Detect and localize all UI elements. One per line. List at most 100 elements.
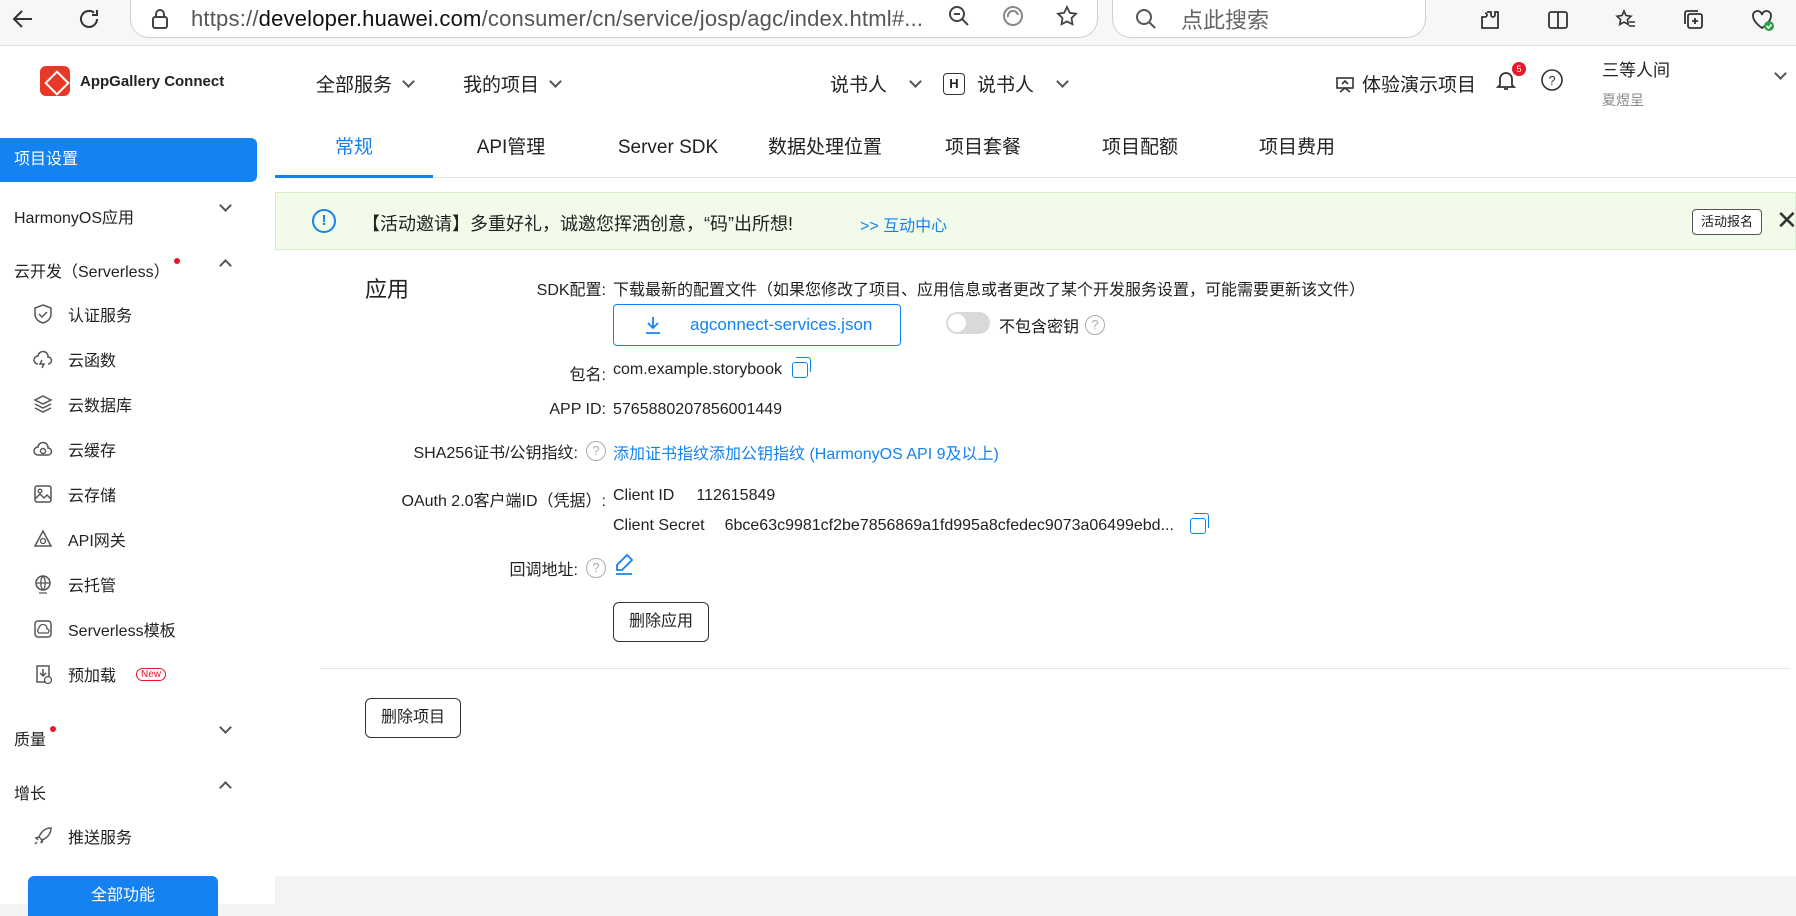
demo-project-link[interactable]: 体验演示项目: [1334, 70, 1476, 97]
interaction-center-link[interactable]: >> 互动中心: [860, 212, 947, 236]
help-icon[interactable]: ?: [586, 441, 606, 461]
tab-data-location[interactable]: 数据处理位置: [746, 126, 904, 178]
sidebar-item-cloud-cache[interactable]: 云缓存: [32, 437, 116, 461]
tab-general[interactable]: 常规: [275, 126, 433, 178]
new-badge: New: [136, 667, 167, 681]
sidebar-group-growth[interactable]: 增长: [14, 780, 234, 804]
divider: [320, 668, 1790, 669]
sidebar-item-auth[interactable]: 认证服务: [32, 302, 132, 326]
chevron-down-icon: [219, 721, 232, 734]
all-functions-button[interactable]: 全部功能: [28, 876, 218, 916]
activity-signup-button[interactable]: 活动报名: [1692, 209, 1763, 235]
tab-project-cost[interactable]: 项目费用: [1218, 126, 1376, 178]
project-selector[interactable]: 说书人: [830, 70, 922, 97]
delete-app-button[interactable]: 删除应用: [613, 602, 709, 642]
address-bar[interactable]: https://developer.huawei.com/consumer/cn…: [130, 0, 1098, 38]
logo-text: AppGallery Connect: [80, 72, 225, 90]
sidebar-item-cloud-storage[interactable]: 云存储: [32, 482, 116, 506]
help-icon[interactable]: ?: [586, 558, 606, 578]
download-config-button[interactable]: agconnect-services.json: [613, 304, 901, 346]
my-projects-menu[interactable]: 我的项目: [463, 70, 562, 97]
help-icon[interactable]: ?: [1540, 68, 1564, 97]
tab-server-sdk[interactable]: Server SDK: [589, 126, 747, 178]
favorites-icon[interactable]: [1592, 0, 1660, 43]
api-gateway-icon: [33, 529, 53, 547]
copy-icon[interactable]: [791, 356, 811, 378]
user-menu[interactable]: 三等人间 夏煜呈: [1602, 56, 1670, 110]
exclude-key-toggle[interactable]: [946, 312, 990, 334]
database-layers-icon: [33, 395, 53, 413]
shield-icon: [34, 304, 52, 324]
app-id-label: APP ID:: [549, 401, 606, 418]
delete-project-button[interactable]: 删除项目: [365, 698, 461, 738]
sidebar-item-preload[interactable]: 预加载 New: [32, 662, 167, 686]
tab-api-management[interactable]: API管理: [432, 126, 590, 178]
health-icon[interactable]: [1728, 0, 1796, 43]
add-pubkey-fingerprint-link[interactable]: 添加公钥指纹 (HarmonyOS API 9及以上): [709, 440, 999, 464]
chevron-down-icon: [219, 199, 232, 212]
sidebar-item-cloud-hosting[interactable]: 云托管: [32, 572, 116, 596]
sidebar-group-harmonyos[interactable]: HarmonyOS应用: [14, 199, 234, 228]
exclude-key-label: 不包含密钥?: [999, 313, 1106, 337]
extensions-icon[interactable]: [1456, 0, 1524, 43]
close-icon[interactable]: ✕: [1776, 207, 1796, 233]
activity-notice-banner: ! 【活动邀请】多重好礼，诚邀您挥洒创意，“码”出所想! >> 互动中心 活动报…: [275, 192, 1796, 250]
edit-icon[interactable]: [613, 552, 635, 581]
notification-count-badge: 5: [1512, 62, 1526, 76]
app-header: AppGallery Connect 全部服务 我的项目 说书人 H 说书人 体验…: [0, 46, 1796, 116]
chevron-up-icon: [219, 259, 232, 272]
collections-icon[interactable]: [1660, 0, 1728, 43]
sdk-config-description: 下载最新的配置文件（如果您修改了项目、应用信息或者更改了某个开发服务设置，可能需…: [613, 282, 1366, 299]
sha256-label: SHA256证书/公钥指纹:?: [414, 439, 606, 463]
help-icon[interactable]: ?: [1085, 315, 1106, 335]
all-services-menu[interactable]: 全部服务: [316, 70, 415, 97]
sidebar-item-push[interactable]: 推送服务: [32, 824, 132, 848]
globe-icon: [35, 575, 51, 594]
zoom-icon[interactable]: [947, 4, 971, 28]
preload-icon: [36, 665, 53, 685]
cloud-cache-icon: [33, 441, 53, 456]
info-icon: !: [312, 209, 336, 233]
chevron-down-icon: [549, 74, 562, 88]
package-name-label: 包名:: [569, 367, 606, 384]
app-id-value: 5765880207856001449: [613, 401, 783, 418]
sidebar-item-cloud-function[interactable]: 云函数: [32, 347, 116, 371]
notifications-button[interactable]: 5: [1494, 62, 1526, 97]
app-selector[interactable]: H 说书人: [943, 70, 1069, 97]
split-screen-icon[interactable]: [1524, 0, 1592, 43]
sidebar-item-project-settings[interactable]: 项目设置: [0, 138, 257, 182]
refresh-icon[interactable]: [66, 0, 112, 42]
callback-label: 回调地址:?: [510, 556, 606, 580]
search-icon: [1136, 8, 1156, 29]
favorite-star-icon[interactable]: [1055, 4, 1079, 28]
cloud-function-icon: [33, 350, 53, 369]
tab-project-quota[interactable]: 项目配额: [1061, 126, 1219, 178]
sidebar-group-cloud[interactable]: 云开发（Serverless）: [14, 258, 234, 282]
sidebar-item-serverless-template[interactable]: Serverless模板: [32, 617, 176, 641]
sidebar-item-cloud-db[interactable]: 云数据库: [32, 392, 132, 416]
back-icon[interactable]: [0, 0, 46, 42]
user-name: 三等人间: [1602, 61, 1670, 80]
appgallery-logo-icon: [40, 66, 70, 96]
add-cert-fingerprint-link[interactable]: 添加证书指纹: [613, 440, 709, 464]
copy-icon[interactable]: [1189, 512, 1209, 534]
edge-extension-icon[interactable]: [1001, 4, 1025, 28]
sidebar-group-quality[interactable]: 质量: [14, 721, 234, 750]
sidebar-item-api-gateway[interactable]: API网关: [32, 527, 126, 551]
chevron-down-icon: [402, 74, 415, 88]
user-sub-name: 夏煜呈: [1602, 92, 1644, 108]
url-text: https://developer.huawei.com/consumer/cn…: [191, 5, 924, 31]
demo-icon: [1336, 76, 1354, 93]
lock-icon: [152, 8, 168, 29]
chevron-down-icon: [909, 74, 922, 88]
rocket-icon: [34, 827, 52, 845]
browser-search-box[interactable]: 点此搜索: [1112, 0, 1426, 38]
client-secret-row: Client Secret 6bce63c9981cf2be7856869a1fd…: [613, 512, 1209, 535]
svg-text:?: ?: [1548, 73, 1555, 88]
appgallery-logo[interactable]: AppGallery Connect: [40, 66, 224, 96]
user-menu-chevron-icon[interactable]: [1774, 67, 1787, 80]
tab-bar: 常规 API管理 Server SDK 数据处理位置 项目套餐 项目配额 项目费…: [275, 126, 1796, 178]
tab-project-plan[interactable]: 项目套餐: [904, 126, 1062, 178]
red-dot-badge: [50, 726, 57, 732]
chevron-down-icon: [1056, 74, 1069, 88]
